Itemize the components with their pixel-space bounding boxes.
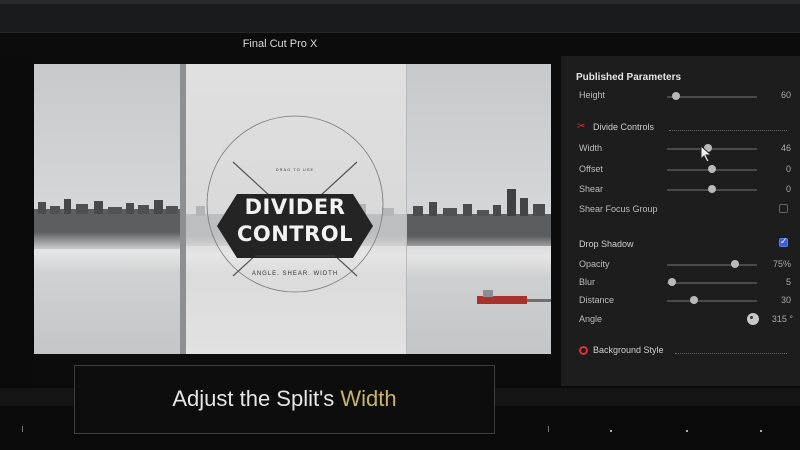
inspector-panel: Published Parameters Height 60 ✂ Divide … [560, 56, 800, 386]
blur-slider-track[interactable] [667, 282, 757, 284]
height-slider-track[interactable] [667, 96, 757, 98]
section-divide-controls[interactable]: Divide Controls [593, 122, 654, 132]
city-skyline-left [34, 199, 180, 249]
section-divider-dots [675, 353, 787, 354]
param-label-distance: Distance [579, 295, 615, 305]
timeline-marker [760, 430, 762, 432]
timeline-tick [22, 426, 23, 432]
param-label-drop-shadow: Drop Shadow [579, 239, 634, 249]
param-label-opacity: Opacity [579, 259, 610, 269]
param-label-blur: Blur [579, 277, 596, 287]
caption-highlight: Width [340, 386, 397, 411]
timeline-marker [686, 430, 688, 432]
param-label-angle: Angle [579, 314, 603, 324]
fog-right [407, 236, 551, 276]
opacity-slider-knob[interactable] [730, 260, 739, 268]
window-title: Final Cut Pro X [242, 38, 318, 50]
param-label-height: Height [579, 90, 606, 100]
blur-slider-knob[interactable] [667, 278, 676, 286]
inspector-title: Published Parameters [576, 72, 682, 83]
badge-title-line1: DIVIDER [244, 195, 346, 219]
distance-slider-knob[interactable] [690, 296, 698, 304]
caption-text: Adjust the Split's [172, 386, 341, 411]
toolbar-stripe [0, 0, 800, 4]
distance-slider-track[interactable] [667, 300, 757, 302]
ring-icon [579, 346, 588, 355]
city-skyline-right [407, 189, 551, 304]
offset-value[interactable]: 0 [751, 164, 791, 174]
param-label-shear-focus-group: Shear Focus Group [579, 204, 658, 214]
badge-subtitle: ANGLE. SHEAR. WIDTH [251, 271, 339, 277]
timeline-tick [548, 426, 549, 432]
section-background-style[interactable]: Background Style [593, 345, 664, 355]
opacity-value[interactable]: 75% [751, 259, 791, 269]
badge-title-line2: CONTROL [236, 222, 354, 246]
param-label-offset: Offset [579, 164, 603, 174]
inspector-header: Published Parameters [561, 56, 800, 94]
scissors-icon: ✂ [577, 121, 586, 132]
height-slider-knob[interactable] [672, 92, 680, 100]
left-gutter [0, 56, 34, 386]
param-label-width: Width [579, 143, 603, 153]
split-panel-left [34, 64, 180, 354]
fog-left [34, 232, 180, 272]
blur-value[interactable]: 5 [751, 277, 791, 287]
split-panel-right [407, 64, 551, 354]
offset-slider-knob[interactable] [708, 165, 716, 173]
section-divider-dots [669, 130, 787, 131]
top-toolbar [0, 0, 800, 33]
shear-focus-group-checkbox[interactable] [779, 204, 788, 213]
angle-value[interactable]: 315 ° [753, 314, 793, 324]
mouse-cursor-icon [700, 145, 713, 163]
distance-value[interactable]: 30 [751, 295, 791, 305]
shear-slider-knob[interactable] [708, 185, 716, 193]
shear-value[interactable]: 0 [751, 184, 791, 194]
param-label-shear: Shear [579, 184, 604, 194]
tutorial-caption: Adjust the Split's Width [74, 365, 495, 434]
timeline-marker [610, 430, 612, 432]
width-value[interactable]: 46 [751, 143, 791, 153]
video-viewer[interactable]: DRAG TO USE DIVIDER CONTROL ANGLE. SHEAR… [34, 64, 551, 354]
height-value[interactable]: 60 [751, 90, 791, 100]
drop-shadow-checkbox[interactable] [779, 236, 788, 247]
badge-small-text: DRAG TO USE [275, 167, 315, 172]
opacity-slider-track[interactable] [667, 264, 757, 266]
